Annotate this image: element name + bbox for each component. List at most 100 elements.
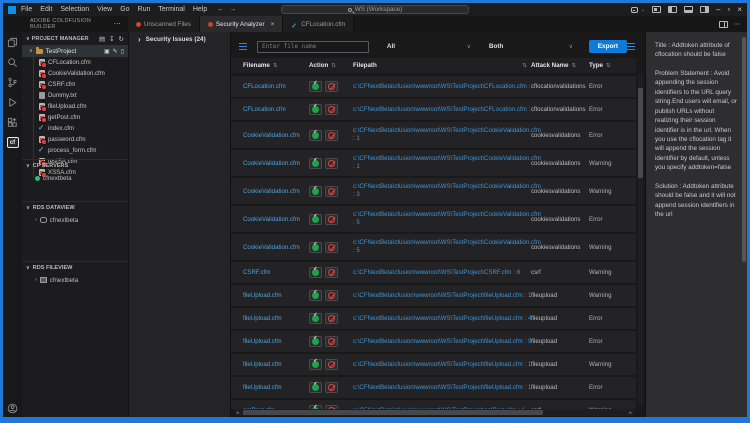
editor-tab[interactable]: Unscanned Files bbox=[128, 16, 200, 32]
horizontal-scrollbar[interactable]: ◂ ▸ bbox=[235, 409, 633, 416]
column-action[interactable]: Action bbox=[309, 62, 328, 69]
vertical-scrollbar[interactable] bbox=[638, 74, 643, 405]
explorer-icon[interactable] bbox=[7, 37, 18, 48]
project-file-item[interactable]: Dummy.txt bbox=[22, 90, 128, 101]
issue-filepath-link[interactable]: c:\CFNextBeta\cfusion\wwwroot\WS\TestPro… bbox=[353, 361, 523, 368]
project-file-item[interactable]: fileUpload.cfm bbox=[22, 101, 128, 112]
extensions-icon[interactable] bbox=[7, 117, 18, 128]
source-control-icon[interactable] bbox=[7, 77, 18, 88]
issue-filename-link[interactable]: fileUpload.cfm bbox=[243, 292, 309, 299]
issue-line-link[interactable]: : 1 bbox=[353, 135, 527, 143]
menu-item[interactable]: File bbox=[21, 6, 32, 13]
copilot-chevron-icon[interactable]: ⌄ bbox=[641, 7, 645, 13]
project-file-item[interactable]: CSRF.cfm bbox=[22, 79, 128, 90]
maximize-button[interactable]: ▫ bbox=[727, 6, 730, 14]
scrollbar-thumb[interactable] bbox=[243, 410, 543, 415]
issue-filepath-link[interactable]: c:\CFNextBeta\cfusion\wwwroot\WS\TestPro… bbox=[353, 384, 523, 391]
approve-issue-button[interactable] bbox=[309, 313, 322, 324]
dismiss-issue-button[interactable] bbox=[325, 267, 338, 278]
menu-item[interactable]: Edit bbox=[40, 6, 52, 13]
dismiss-issue-button[interactable] bbox=[325, 186, 338, 197]
search-view-icon[interactable] bbox=[7, 57, 18, 68]
column-attack-name[interactable]: Attack Name bbox=[531, 62, 569, 69]
approve-issue-button[interactable] bbox=[309, 382, 322, 393]
approve-issue-button[interactable] bbox=[309, 81, 322, 92]
issue-filename-link[interactable]: CookieValidation.cfm bbox=[243, 216, 309, 223]
issue-filepath-link[interactable]: c:\CFNextBeta\cfusion\wwwroot\WS\TestPro… bbox=[353, 239, 541, 246]
toggle-secondary-sidebar-icon[interactable] bbox=[700, 6, 709, 13]
issue-filename-link[interactable]: fileUpload.cfm bbox=[243, 315, 309, 322]
issue-filepath-link[interactable]: c:\CFNextBeta\cfusion\wwwroot\WS\TestPro… bbox=[353, 292, 523, 299]
project-file-item[interactable]: index.cfm bbox=[22, 123, 128, 134]
approve-issue-button[interactable] bbox=[309, 336, 322, 347]
issue-line-link[interactable]: : 3 bbox=[353, 191, 527, 199]
project-file-item[interactable]: getPost.cfm bbox=[22, 112, 128, 123]
issue-filename-link[interactable]: CSRF.cfm bbox=[243, 269, 309, 276]
sidebar-more-actions-icon[interactable]: ⋯ bbox=[114, 20, 121, 28]
rename-project-icon[interactable]: ✎ bbox=[113, 48, 118, 55]
approve-issue-button[interactable] bbox=[309, 186, 322, 197]
issue-filename-link[interactable]: CookieValidation.cfm bbox=[243, 132, 309, 139]
approve-issue-button[interactable] bbox=[309, 359, 322, 370]
column-type[interactable]: Type bbox=[589, 62, 603, 69]
type-filter-dropdown[interactable]: Both ∨ bbox=[489, 43, 573, 50]
issue-filename-link[interactable]: fileUpload.cfm bbox=[243, 338, 309, 345]
panel-menu-icon[interactable] bbox=[627, 43, 635, 51]
approve-issue-button[interactable] bbox=[309, 290, 322, 301]
issue-filepath-link[interactable]: c:\CFNextBeta\cfusion\wwwroot\WS\TestPro… bbox=[353, 83, 527, 90]
workspace-search-box[interactable]: WS (Workspace) bbox=[281, 5, 469, 14]
editor-tab[interactable]: CFLocation.cfm bbox=[283, 16, 354, 32]
dismiss-issue-button[interactable] bbox=[325, 290, 338, 301]
menu-item[interactable]: Help bbox=[193, 6, 207, 13]
approve-issue-button[interactable] bbox=[309, 242, 322, 253]
copilot-icon[interactable] bbox=[631, 7, 638, 13]
scrollbar-thumb[interactable] bbox=[638, 88, 643, 178]
new-folder-icon[interactable]: ▣ bbox=[104, 48, 110, 55]
issue-line-link[interactable]: : 5 bbox=[353, 247, 527, 255]
approve-issue-button[interactable] bbox=[309, 104, 322, 115]
menu-item[interactable]: Go bbox=[120, 6, 129, 13]
project-file-item[interactable]: CookieValidation.cfm bbox=[22, 68, 128, 79]
issue-filepath-link[interactable]: c:\CFNextBeta\cfusion\wwwroot\WS\TestPro… bbox=[353, 269, 511, 276]
detail-scrollbar-thumb[interactable] bbox=[742, 37, 746, 262]
dismiss-issue-button[interactable] bbox=[325, 158, 338, 169]
customize-layout-icon[interactable] bbox=[652, 6, 661, 13]
menu-item[interactable]: View bbox=[97, 6, 112, 13]
issue-filepath-link[interactable]: c:\CFNextBeta\cfusion\wwwroot\WS\TestPro… bbox=[353, 338, 523, 345]
issue-line-link[interactable]: : 5 bbox=[353, 219, 527, 227]
issue-filename-link[interactable]: fileUpload.cfm bbox=[243, 361, 309, 368]
dismiss-issue-button[interactable] bbox=[325, 242, 338, 253]
sort-icon[interactable]: ⇅ bbox=[331, 63, 336, 69]
project-file-item[interactable]: password.cfm bbox=[22, 134, 128, 145]
issue-filepath-link[interactable]: c:\CFNextBeta\cfusion\wwwroot\WS\TestPro… bbox=[353, 155, 541, 162]
coldfusion-view-icon[interactable]: cf bbox=[7, 137, 19, 148]
attack-filter-dropdown[interactable]: All ∨ bbox=[387, 43, 471, 50]
issue-filename-link[interactable]: CFLocation.cfm bbox=[243, 83, 309, 90]
rds-dataview-header[interactable]: ∨ RDS DATAVIEW bbox=[22, 202, 128, 214]
issue-filename-link[interactable]: CFLocation.cfm bbox=[243, 106, 309, 113]
tab-close-icon[interactable]: × bbox=[271, 21, 275, 28]
issue-line-link[interactable]: : 6 bbox=[513, 269, 520, 276]
scroll-left-icon[interactable]: ◂ bbox=[235, 410, 240, 416]
file-name-filter-input[interactable] bbox=[257, 41, 369, 53]
issue-filepath-link[interactable]: c:\CFNextBeta\cfusion\wwwroot\WS\TestPro… bbox=[353, 211, 541, 218]
rds-fileview-header[interactable]: ∨ RDS FILEVIEW bbox=[22, 262, 128, 274]
issue-line-link[interactable]: : 1 bbox=[353, 163, 527, 171]
issue-filename-link[interactable]: CookieValidation.cfm bbox=[243, 188, 309, 195]
dismiss-issue-button[interactable] bbox=[325, 104, 338, 115]
close-button[interactable]: × bbox=[737, 6, 742, 14]
security-issues-header[interactable]: › Security Issues (24) bbox=[129, 32, 230, 47]
cf-server-item[interactable]: cfnextbeta bbox=[22, 172, 128, 184]
menu-item[interactable]: Selection bbox=[60, 6, 89, 13]
approve-issue-button[interactable] bbox=[309, 214, 322, 225]
issue-filename-link[interactable]: fileUpload.cfm bbox=[243, 384, 309, 391]
dismiss-issue-button[interactable] bbox=[325, 336, 338, 347]
menu-item[interactable]: Terminal bbox=[158, 6, 184, 13]
issue-filename-link[interactable]: CookieValidation.cfm bbox=[243, 244, 309, 251]
issue-filepath-link[interactable]: c:\CFNextBeta\cfusion\wwwroot\WS\TestPro… bbox=[353, 106, 527, 113]
menu-item[interactable]: Run bbox=[138, 6, 151, 13]
forward-arrow-icon[interactable]: → bbox=[229, 6, 236, 13]
sort-icon[interactable]: ⇅ bbox=[572, 63, 577, 69]
filter-menu-icon[interactable] bbox=[239, 43, 247, 51]
approve-issue-button[interactable] bbox=[309, 158, 322, 169]
